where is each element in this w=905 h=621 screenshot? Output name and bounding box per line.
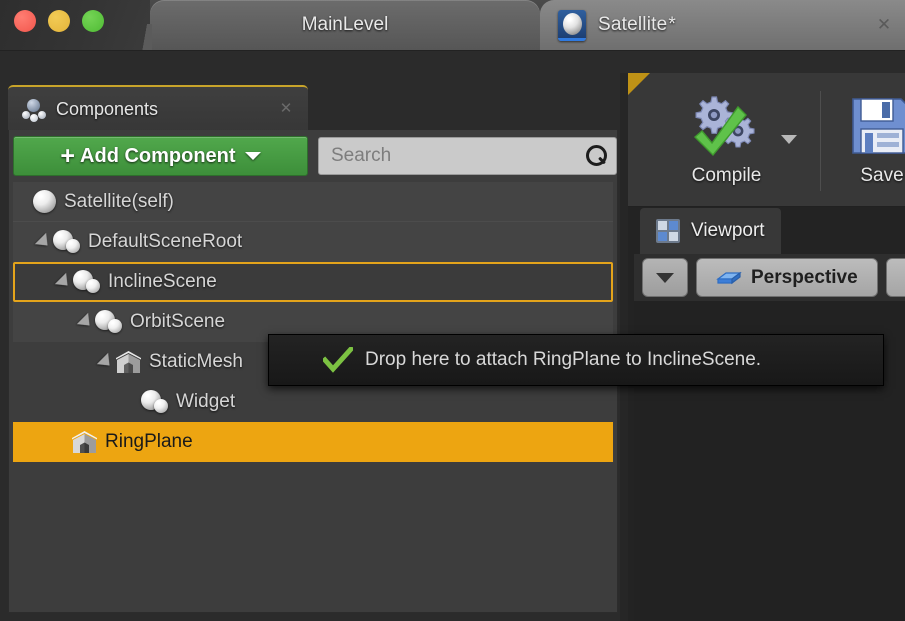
tree-row-ringplane[interactable]: RingPlane <box>13 422 613 462</box>
search-input[interactable] <box>319 145 582 167</box>
search-field[interactable] <box>318 137 617 175</box>
tree-row-label: InclineScene <box>108 271 217 292</box>
tab-modified-marker: * <box>668 14 676 35</box>
traffic-lights <box>14 10 104 32</box>
compile-button[interactable]: Compile <box>634 73 819 206</box>
perspective-button[interactable]: Perspective <box>696 258 878 297</box>
tree-row-label: RingPlane <box>105 431 193 452</box>
compile-label: Compile <box>691 164 762 186</box>
static-mesh-icon <box>71 430 98 455</box>
tree-row-label: OrbitScene <box>130 311 226 332</box>
drag-drop-tooltip: Drop here to attach RingPlane to Incline… <box>268 334 884 386</box>
title-bar: MainLevel Satellite * ✕ <box>0 0 905 51</box>
expander-icon[interactable] <box>76 312 96 332</box>
viewport-extra-button[interactable] <box>885 258 905 297</box>
tab-mainlevel[interactable]: MainLevel <box>138 0 540 50</box>
floppy-disk-icon <box>849 93 905 159</box>
tree-row-label: Widget <box>176 391 236 412</box>
check-icon <box>321 347 355 373</box>
perspective-box-icon <box>716 268 742 288</box>
scene-component-icon <box>95 309 123 335</box>
compile-gears-icon <box>688 93 766 159</box>
tree-row-widget[interactable]: Widget <box>13 382 613 422</box>
tree-row-label: DefaultSceneRoot <box>88 231 243 252</box>
tree-row-inclinescene[interactable]: InclineScene <box>13 262 613 302</box>
search-icon <box>582 143 612 169</box>
tree-row-satellite-self[interactable]: Satellite(self) <box>13 182 613 222</box>
components-panel-close-icon[interactable]: ✕ <box>278 101 294 117</box>
expander-icon[interactable] <box>34 232 54 252</box>
tree-row-defaultsceneroot[interactable]: DefaultSceneRoot <box>13 222 613 262</box>
tree-row-label: Satellite(self) <box>64 190 174 212</box>
chevron-down-icon <box>244 152 261 160</box>
save-button[interactable]: Save <box>822 73 905 206</box>
toolbar-separator <box>820 91 821 191</box>
components-icon <box>22 98 46 122</box>
expander-icon[interactable] <box>96 352 116 372</box>
static-mesh-icon <box>115 350 142 375</box>
viewport-tab-label: Viewport <box>691 220 765 241</box>
tree-row-label: StaticMesh <box>149 351 243 372</box>
window-minimize-button[interactable] <box>48 10 70 32</box>
window-close-button[interactable] <box>14 10 36 32</box>
add-component-label: Add Component <box>80 144 236 167</box>
application-window: MainLevel Satellite * ✕ Components ✕ + A… <box>0 0 905 621</box>
compile-dropdown-icon[interactable] <box>781 135 797 144</box>
blueprint-toolbar: Compile Save <box>628 73 905 207</box>
expander-icon[interactable] <box>54 272 74 292</box>
components-toolbar: + Add Component <box>13 136 617 176</box>
component-tree: Satellite(self) DefaultSceneRoot Incline… <box>13 182 613 608</box>
components-panel-title: Components <box>56 99 159 119</box>
scene-component-icon <box>141 389 169 415</box>
drag-drop-tooltip-text: Drop here to attach RingPlane to Incline… <box>365 349 762 370</box>
scene-component-icon <box>73 269 101 295</box>
viewport-menu-button[interactable] <box>642 258 688 297</box>
sphere-icon <box>33 189 57 214</box>
viewport-toolbar: Perspective <box>634 254 905 301</box>
tab-satellite[interactable]: Satellite * ✕ <box>540 0 905 50</box>
tab-satellite-label: Satellite <box>598 14 668 35</box>
plus-icon: + <box>60 141 76 170</box>
save-label: Save <box>860 164 904 186</box>
viewport-grid-icon <box>656 219 680 243</box>
scene-component-icon <box>53 229 81 255</box>
chevron-down-icon <box>656 272 674 283</box>
viewport-tab[interactable]: Viewport <box>640 208 781 254</box>
tab-close-icon[interactable]: ✕ <box>875 16 893 34</box>
perspective-label: Perspective <box>751 266 858 288</box>
components-panel-tab[interactable]: Components ✕ <box>8 85 308 132</box>
tab-mainlevel-label: MainLevel <box>301 14 389 35</box>
add-component-button[interactable]: + Add Component <box>13 136 308 176</box>
window-zoom-button[interactable] <box>82 10 104 32</box>
blueprint-icon <box>558 9 586 41</box>
